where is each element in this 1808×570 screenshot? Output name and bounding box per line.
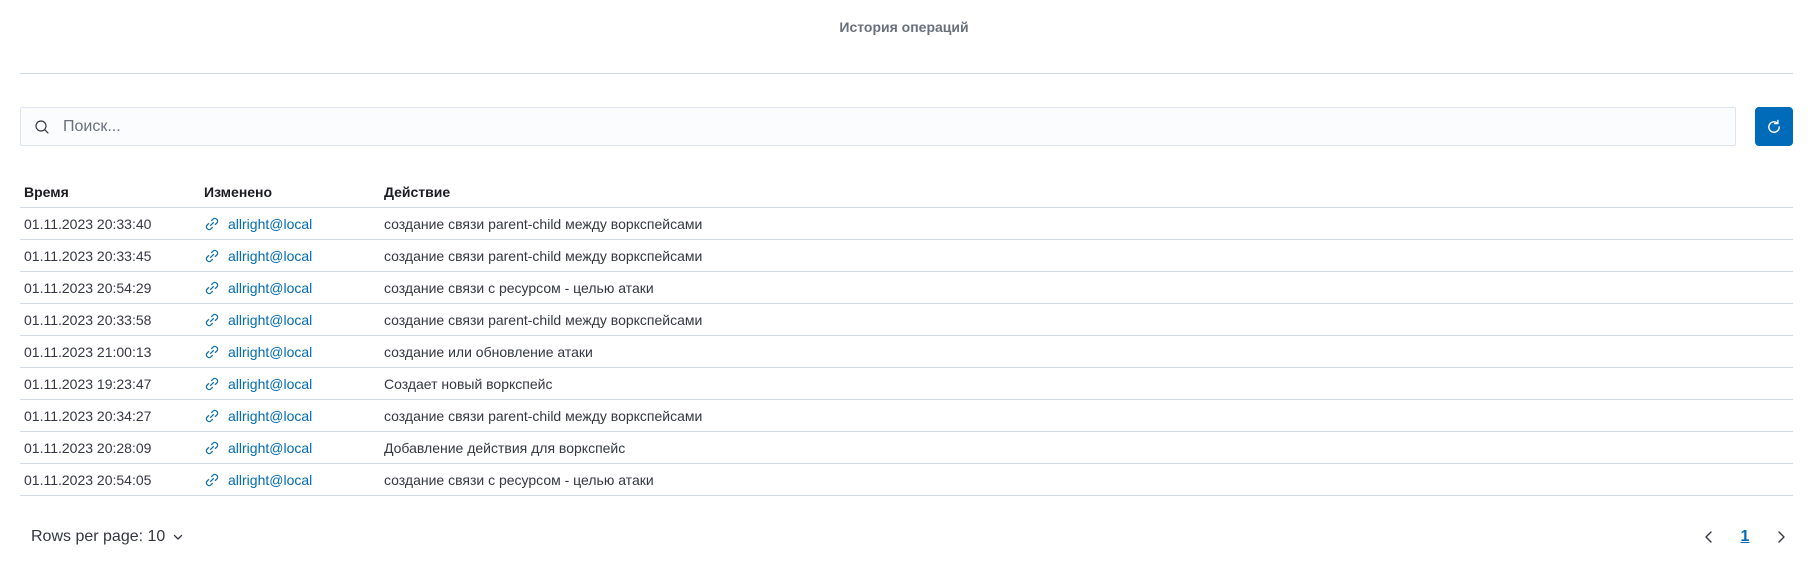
search-icon (21, 107, 59, 146)
table-row: 01.11.2023 20:54:05 allright@local созда… (20, 464, 1793, 496)
table-row: 01.11.2023 20:28:09 allright@local Добав… (20, 432, 1793, 464)
cell-user: allright@local (200, 216, 380, 232)
user-link[interactable]: allright@local (228, 408, 312, 424)
user-link[interactable]: allright@local (228, 312, 312, 328)
user-link[interactable]: allright@local (228, 216, 312, 232)
rows-per-page-label: Rows per page: 10 (31, 528, 166, 545)
cell-action: создание связи parent-child между ворксп… (384, 247, 703, 264)
cell-action: создание или обновление атаки (384, 343, 593, 360)
table-row: 01.11.2023 20:33:58 allright@local созда… (20, 304, 1793, 336)
page-button-current[interactable]: 1 (1735, 528, 1755, 546)
cell-user: allright@local (200, 344, 380, 360)
rows-per-page-selector[interactable]: Rows per page: 10 (20, 528, 184, 546)
table-header: Время Изменено Действие (20, 176, 1793, 208)
cell-time: 01.11.2023 20:33:58 (24, 311, 152, 328)
cell-user: allright@local (200, 472, 380, 488)
user-link[interactable]: allright@local (228, 248, 312, 264)
column-header-action[interactable]: Действие (380, 184, 1793, 200)
cell-user: allright@local (200, 440, 380, 456)
link-icon (204, 248, 220, 264)
user-link[interactable]: allright@local (228, 472, 312, 488)
cell-user: allright@local (200, 312, 380, 328)
previous-page-button[interactable] (1697, 525, 1721, 549)
pager: 1 (1697, 525, 1793, 549)
link-icon (204, 408, 220, 424)
user-link[interactable]: allright@local (228, 280, 312, 296)
cell-action: создание связи parent-child между ворксп… (384, 215, 703, 232)
column-header-user[interactable]: Изменено (200, 184, 380, 200)
cell-action: Создает новый воркспейс (384, 375, 553, 392)
cell-time: 01.11.2023 20:28:09 (24, 439, 152, 456)
chevron-right-icon (1774, 530, 1788, 544)
link-icon (204, 280, 220, 296)
cell-user: allright@local (200, 248, 380, 264)
cell-action: Добавление действия для воркспейс (384, 439, 626, 456)
cell-time: 01.11.2023 19:23:47 (24, 375, 152, 392)
table-body: 01.11.2023 20:33:40 allright@local созда… (20, 208, 1793, 496)
cell-time: 01.11.2023 20:54:29 (24, 279, 152, 296)
link-icon (204, 376, 220, 392)
table-row: 01.11.2023 20:34:27 allright@local созда… (20, 400, 1793, 432)
link-icon (204, 440, 220, 456)
cell-action: создание связи parent-child между ворксп… (384, 407, 703, 424)
cell-time: 01.11.2023 20:33:45 (24, 247, 152, 264)
cell-user: allright@local (200, 280, 380, 296)
search-box[interactable] (20, 107, 1736, 146)
refresh-button[interactable] (1755, 107, 1793, 146)
title-divider (20, 73, 1793, 74)
cell-action: создание связи с ресурсом - целью атаки (384, 279, 654, 296)
cell-time: 01.11.2023 20:54:05 (24, 471, 152, 488)
table-row: 01.11.2023 20:33:40 allright@local созда… (20, 208, 1793, 240)
table-row: 01.11.2023 19:23:47 allright@local Созда… (20, 368, 1793, 400)
cell-action: создание связи с ресурсом - целью атаки (384, 471, 654, 488)
user-link[interactable]: allright@local (228, 344, 312, 360)
cell-time: 01.11.2023 20:34:27 (24, 407, 152, 424)
page-title: История операций (839, 19, 969, 35)
table-row: 01.11.2023 20:54:29 allright@local созда… (20, 272, 1793, 304)
link-icon (204, 312, 220, 328)
pagination-bar: Rows per page: 10 1 (20, 525, 1793, 549)
refresh-icon (1765, 118, 1783, 136)
cell-user: allright@local (200, 408, 380, 424)
chevron-left-icon (1702, 530, 1716, 544)
cell-user: allright@local (200, 376, 380, 392)
cell-time: 01.11.2023 20:33:40 (24, 215, 152, 232)
operations-table: Время Изменено Действие 01.11.2023 20:33… (20, 176, 1793, 496)
cell-action: создание связи parent-child между ворксп… (384, 311, 703, 328)
cell-time: 01.11.2023 21:00:13 (24, 343, 152, 360)
link-icon (204, 344, 220, 360)
table-row: 01.11.2023 20:33:45 allright@local созда… (20, 240, 1793, 272)
next-page-button[interactable] (1769, 525, 1793, 549)
chevron-down-icon (172, 531, 184, 543)
link-icon (204, 216, 220, 232)
link-icon (204, 472, 220, 488)
user-link[interactable]: allright@local (228, 376, 312, 392)
table-row: 01.11.2023 21:00:13 allright@local созда… (20, 336, 1793, 368)
column-header-time[interactable]: Время (20, 184, 200, 200)
user-link[interactable]: allright@local (228, 440, 312, 456)
search-input[interactable] (59, 108, 1735, 145)
